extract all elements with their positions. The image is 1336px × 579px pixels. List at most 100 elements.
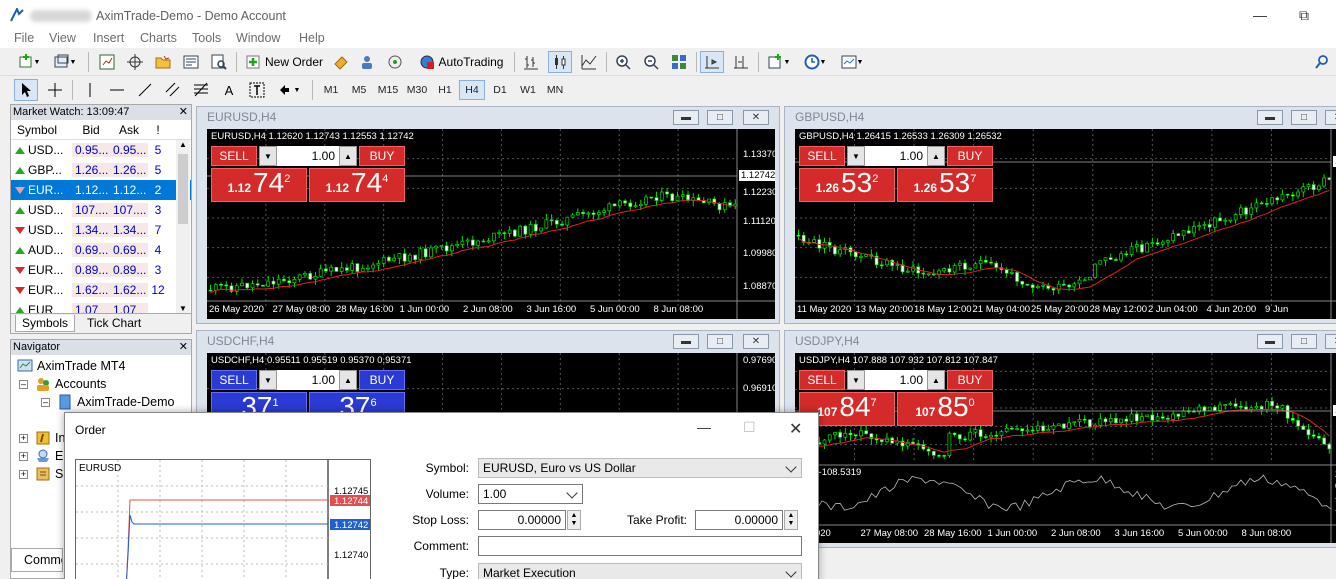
lot-size-value[interactable]: 1.00 bbox=[277, 373, 339, 387]
tf-h1[interactable]: H1 bbox=[432, 80, 458, 100]
lot-increase-icon[interactable]: ▲ bbox=[927, 146, 945, 166]
restore-button[interactable]: ⧉ bbox=[1294, 6, 1314, 24]
buy-price-button[interactable]: 1.12 74 4 bbox=[309, 168, 405, 202]
signals-button[interactable] bbox=[384, 51, 406, 73]
terminal-button[interactable] bbox=[180, 51, 202, 73]
channel-button[interactable] bbox=[162, 79, 184, 101]
trendline-button[interactable] bbox=[134, 79, 156, 101]
lot-size-value[interactable]: 1.00 bbox=[865, 373, 927, 387]
menu-charts[interactable]: Charts bbox=[140, 31, 177, 45]
zoom-out-button[interactable] bbox=[640, 51, 662, 73]
close-icon[interactable]: ✕ bbox=[1325, 110, 1336, 125]
col-spread[interactable]: ! bbox=[148, 123, 168, 137]
col-ask[interactable]: Ask bbox=[110, 123, 148, 137]
menu-tools[interactable]: Tools bbox=[192, 31, 221, 45]
close-icon[interactable]: ✕ bbox=[1325, 334, 1336, 349]
market-watch-row[interactable]: USD... 0.95... 0.95... 5 bbox=[11, 140, 191, 160]
market-watch-row[interactable]: EUR... 1.12... 1.12... 2 bbox=[11, 180, 191, 200]
minimize-icon[interactable]: ▬ bbox=[673, 110, 699, 125]
close-button[interactable]: ✕ bbox=[789, 419, 802, 439]
tab-tick-chart[interactable]: Tick Chart bbox=[81, 315, 147, 332]
sell-button[interactable]: SELL bbox=[211, 370, 257, 390]
close-icon[interactable]: ✕ bbox=[743, 110, 769, 125]
tile-windows-button[interactable] bbox=[668, 51, 690, 73]
buy-button[interactable]: BUY bbox=[947, 146, 993, 166]
sell-price-button[interactable]: 1.12 74 2 bbox=[211, 168, 307, 202]
metaeditor-button[interactable] bbox=[330, 51, 352, 73]
crosshair-button[interactable] bbox=[44, 79, 66, 101]
maximize-icon[interactable]: □ bbox=[1291, 334, 1317, 349]
lot-decrease-icon[interactable]: ▼ bbox=[847, 146, 865, 166]
col-bid[interactable]: Bid bbox=[72, 123, 110, 137]
text-label-button[interactable] bbox=[246, 79, 268, 101]
lot-increase-icon[interactable]: ▲ bbox=[339, 146, 357, 166]
lot-size-stepper[interactable]: ▼ 1.00 ▲ bbox=[847, 146, 945, 166]
expand-icon[interactable]: + bbox=[19, 452, 28, 461]
tf-m5[interactable]: M5 bbox=[346, 80, 372, 100]
tf-mn[interactable]: MN bbox=[542, 80, 568, 100]
expand-icon[interactable]: + bbox=[19, 434, 28, 443]
minimize-icon[interactable]: — bbox=[697, 419, 711, 435]
menu-view[interactable]: View bbox=[49, 31, 76, 45]
tf-m15[interactable]: M15 bbox=[374, 80, 402, 100]
close-icon[interactable]: ✕ bbox=[179, 340, 188, 355]
data-window-button[interactable] bbox=[124, 51, 146, 73]
scroll-down-icon[interactable]: ▼ bbox=[179, 304, 187, 313]
new-order-button[interactable]: New Order bbox=[242, 51, 326, 73]
tf-w1[interactable]: W1 bbox=[515, 80, 541, 100]
stop-loss-input[interactable]: 0.00000 bbox=[478, 510, 566, 530]
stop-loss-stepper[interactable]: ▲ ▼ bbox=[567, 510, 581, 530]
chart-plot[interactable]: EURUSD,H4 1.12620 1.12743 1.12553 1.1274… bbox=[207, 129, 775, 319]
lot-size-stepper[interactable]: ▼ 1.00 ▲ bbox=[259, 146, 357, 166]
search-button[interactable] bbox=[1312, 51, 1332, 73]
minimize-icon[interactable]: ▬ bbox=[673, 334, 699, 349]
tab-symbols[interactable]: Symbols bbox=[15, 315, 76, 332]
chart-plot[interactable]: (14) -108.53192910.0-100-15USDJPY,H4 107… bbox=[795, 353, 1336, 543]
periods-button[interactable]: ▼ bbox=[800, 51, 830, 73]
type-select[interactable]: Market Execution bbox=[478, 563, 802, 579]
fibonacci-button[interactable] bbox=[190, 79, 212, 101]
market-watch-button[interactable] bbox=[96, 51, 118, 73]
cursor-button[interactable] bbox=[14, 79, 38, 101]
menu-help[interactable]: Help bbox=[299, 31, 325, 45]
menu-insert[interactable]: Insert bbox=[93, 31, 124, 45]
lot-increase-icon[interactable]: ▲ bbox=[339, 370, 357, 390]
sell-button[interactable]: SELL bbox=[211, 146, 257, 166]
sell-price-button[interactable]: 1.26 53 2 bbox=[799, 168, 895, 202]
vertical-line-button[interactable] bbox=[80, 79, 100, 101]
scroll-thumb[interactable] bbox=[178, 154, 188, 224]
lot-size-value[interactable]: 1.00 bbox=[277, 149, 339, 163]
text-button[interactable]: A bbox=[218, 79, 240, 101]
close-icon[interactable]: ✕ bbox=[179, 105, 188, 120]
buy-button[interactable]: BUY bbox=[947, 370, 993, 390]
market-watch-row[interactable]: USD... 107.... 107.... 3 bbox=[11, 200, 191, 220]
minimize-button[interactable]: — bbox=[1250, 6, 1270, 24]
symbol-select[interactable]: EURUSD, Euro vs US Dollar bbox=[478, 458, 802, 478]
lot-decrease-icon[interactable]: ▼ bbox=[259, 370, 277, 390]
sell-button[interactable]: SELL bbox=[799, 146, 845, 166]
templates-button[interactable]: ▼ bbox=[836, 51, 868, 73]
spin-up-icon[interactable]: ▲ bbox=[571, 512, 578, 520]
new-chart-button[interactable]: ▼ bbox=[14, 51, 44, 73]
lot-size-stepper[interactable]: ▼ 1.00 ▲ bbox=[259, 370, 357, 390]
comment-input[interactable] bbox=[478, 536, 802, 556]
buy-price-button[interactable]: 107 85 0 bbox=[897, 392, 993, 426]
chart-shift-button[interactable] bbox=[730, 51, 752, 73]
market-watch-row[interactable]: EUR... 1.62... 1.62... 12 bbox=[11, 280, 191, 300]
nav-experts[interactable]: E bbox=[35, 448, 63, 464]
buy-button[interactable]: BUY bbox=[359, 146, 405, 166]
nav-scripts[interactable]: S bbox=[35, 466, 63, 482]
lot-size-value[interactable]: 1.00 bbox=[865, 149, 927, 163]
nav-account[interactable]: AximTrade-Demo bbox=[57, 394, 174, 410]
menu-window[interactable]: Window bbox=[236, 31, 280, 45]
maximize-icon[interactable]: □ bbox=[707, 110, 733, 125]
tf-h4[interactable]: H4 bbox=[459, 80, 485, 100]
tf-m1[interactable]: M1 bbox=[318, 80, 344, 100]
take-profit-input[interactable]: 0.00000 bbox=[695, 510, 783, 530]
maximize-icon[interactable]: □ bbox=[1291, 110, 1317, 125]
nav-accounts[interactable]: Accounts bbox=[35, 376, 106, 392]
take-profit-stepper[interactable]: ▲ ▼ bbox=[784, 510, 798, 530]
spin-up-icon[interactable]: ▲ bbox=[788, 512, 795, 520]
lot-decrease-icon[interactable]: ▼ bbox=[259, 146, 277, 166]
indicators-button[interactable]: ▼ bbox=[764, 51, 794, 73]
